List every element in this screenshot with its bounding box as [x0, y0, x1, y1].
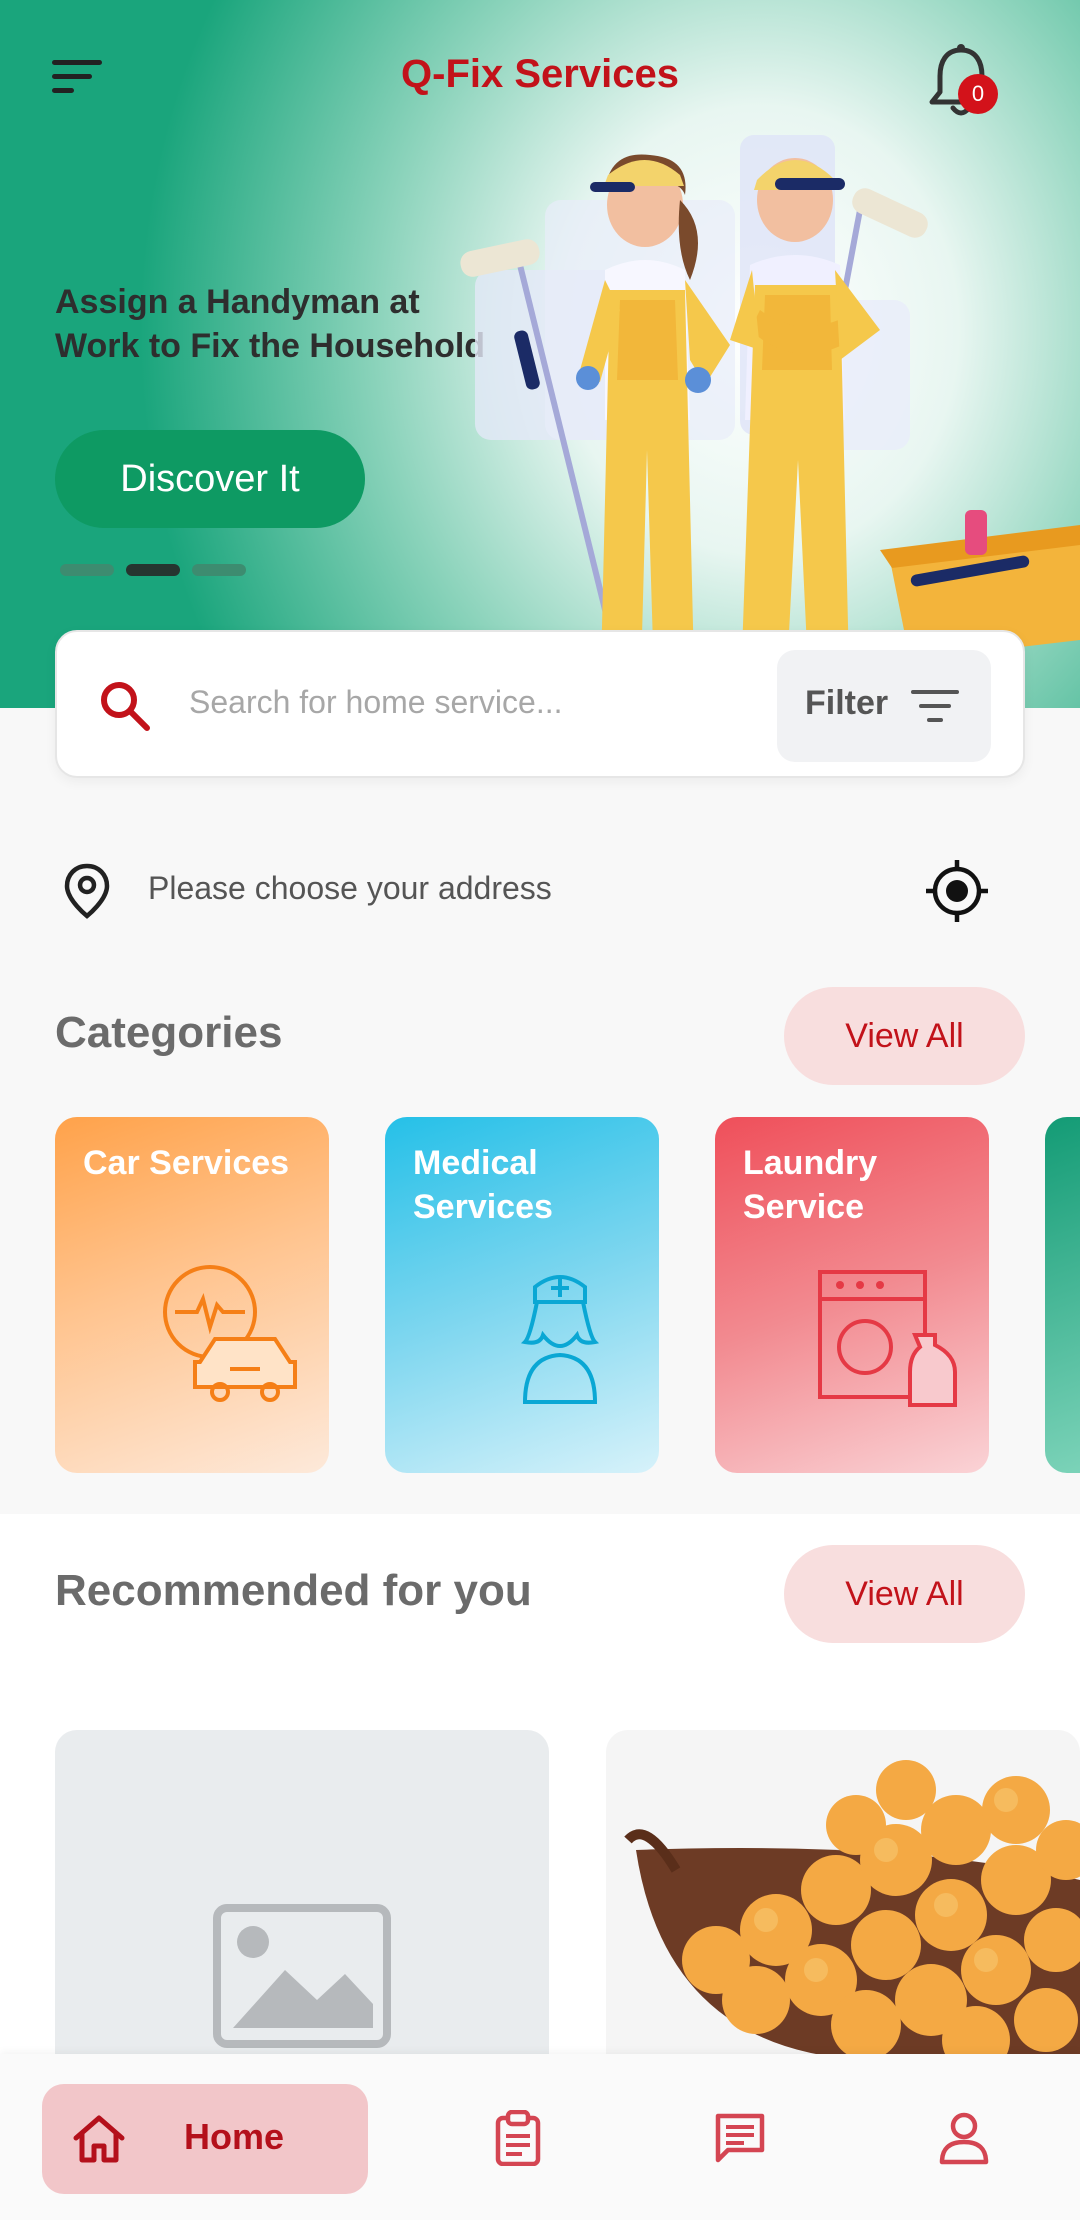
category-label: Medical Services	[413, 1144, 553, 1226]
category-card-medical-services[interactable]: Medical Services	[385, 1117, 659, 1473]
apricot-basket-image	[624, 1760, 1080, 2060]
recommended-view-all-button[interactable]: View All	[784, 1545, 1025, 1643]
nav-home-label: Home	[184, 2116, 285, 2157]
car-service-icon	[163, 1265, 297, 1402]
handyman-illustration	[460, 135, 1080, 708]
filter-icon	[911, 690, 959, 722]
chat-icon[interactable]	[712, 2110, 768, 2166]
categories-title: Categories	[55, 1008, 283, 1057]
address-selector[interactable]: Please choose your address	[148, 870, 552, 907]
search-input[interactable]: Search for home service...	[189, 684, 562, 721]
washing-machine-icon	[818, 1270, 957, 1407]
location-pin-icon	[64, 863, 110, 919]
orders-icon[interactable]	[490, 2110, 546, 2166]
category-card-partial[interactable]	[1045, 1117, 1080, 1473]
bottom-navigation: Home	[0, 2054, 1080, 2220]
home-icon	[73, 2115, 125, 2163]
profile-icon[interactable]	[936, 2110, 992, 2166]
nurse-icon	[520, 1275, 600, 1404]
recommended-title: Recommended for you	[55, 1566, 532, 1615]
categories-view-all-button[interactable]: View All	[784, 987, 1025, 1085]
hero-banner: Q-Fix Services 0 Assign a Handyman at Wo…	[0, 0, 1080, 708]
category-label: Car Services	[83, 1144, 290, 1182]
current-location-icon[interactable]	[924, 858, 990, 924]
carousel-dot-active[interactable]	[126, 564, 180, 576]
recommended-card[interactable]	[55, 1730, 549, 2060]
search-icon	[101, 682, 150, 731]
nav-home[interactable]: Home	[42, 2084, 368, 2194]
carousel-indicator[interactable]	[60, 564, 246, 576]
app-title: Q-Fix Services	[401, 52, 679, 96]
category-card-laundry-service[interactable]: Laundry Service	[715, 1117, 989, 1473]
discover-button[interactable]: Discover It	[55, 430, 365, 528]
category-card-car-services[interactable]: Car Services	[55, 1117, 329, 1473]
notification-badge: 0	[958, 74, 998, 114]
search-bar[interactable]: Search for home service... Filter	[55, 630, 1025, 778]
carousel-dot[interactable]	[192, 564, 246, 576]
carousel-dot[interactable]	[60, 564, 114, 576]
recommended-card[interactable]	[606, 1730, 1080, 2060]
category-label: Laundry Service	[743, 1144, 878, 1226]
filter-label: Filter	[805, 684, 889, 722]
hero-headline: Assign a Handyman at Work to Fix the Hou…	[55, 283, 486, 365]
image-placeholder-icon	[213, 1904, 391, 2048]
filter-button[interactable]: Filter	[777, 650, 991, 762]
